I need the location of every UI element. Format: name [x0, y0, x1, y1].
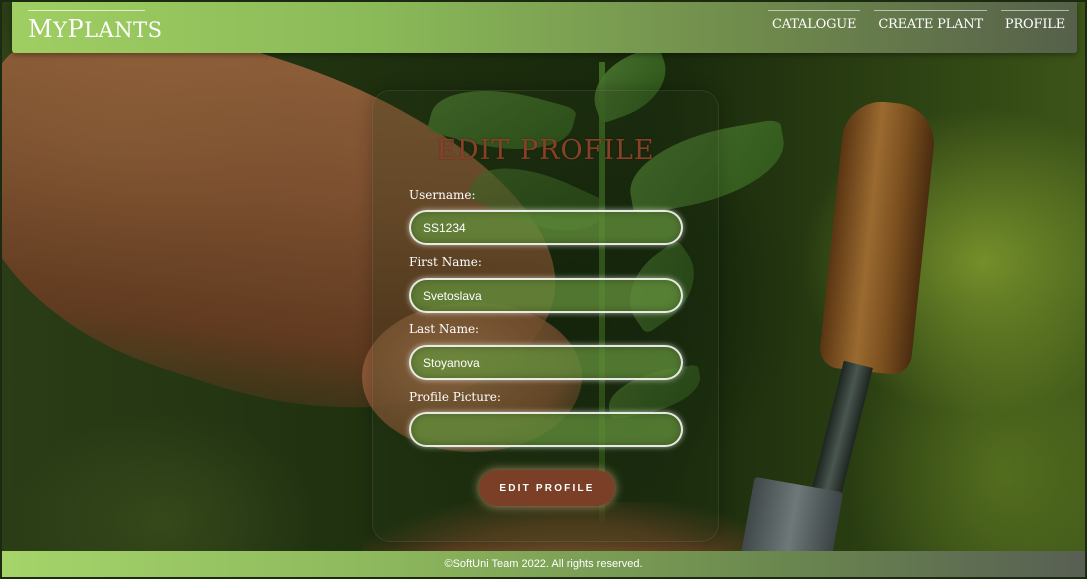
- profile-picture-field[interactable]: [409, 412, 683, 447]
- logo[interactable]: MYPLANTS: [28, 10, 162, 43]
- logo-rest-y: Y: [53, 18, 68, 42]
- username-label: Username:: [409, 188, 476, 202]
- navbar: MYPLANTS CATALOGUE CREATE PLANT PROFILE: [12, 2, 1077, 53]
- profile-picture-label: Profile Picture:: [409, 390, 501, 404]
- first-name-label: First Name:: [409, 255, 482, 269]
- nav-link-create-plant[interactable]: CREATE PLANT: [874, 10, 987, 32]
- nav-links: CATALOGUE CREATE PLANT PROFILE: [768, 10, 1069, 32]
- nav-link-profile[interactable]: PROFILE: [1000, 10, 1069, 32]
- last-name-label: Last Name:: [409, 322, 480, 336]
- nav-link-catalogue[interactable]: CATALOGUE: [768, 10, 861, 32]
- last-name-field[interactable]: [409, 345, 683, 380]
- edit-profile-form: EDIT PROFILE Username: First Name: Last …: [372, 90, 719, 542]
- trowel-handle: [818, 97, 938, 377]
- logo-rest-lants: LANTS: [84, 18, 163, 42]
- first-name-field[interactable]: [409, 278, 683, 313]
- logo-initial-m: M: [28, 15, 54, 43]
- username-field[interactable]: [409, 210, 683, 245]
- logo-initial-p: P: [67, 15, 85, 43]
- footer-copyright: ©SoftUni Team 2022. All rights reserved.: [444, 558, 643, 570]
- footer: ©SoftUni Team 2022. All rights reserved.: [2, 551, 1085, 577]
- form-title: EDIT PROFILE: [436, 135, 655, 166]
- page: MYPLANTS CATALOGUE CREATE PLANT PROFILE …: [2, 2, 1085, 577]
- edit-profile-button[interactable]: EDIT PROFILE: [479, 470, 615, 506]
